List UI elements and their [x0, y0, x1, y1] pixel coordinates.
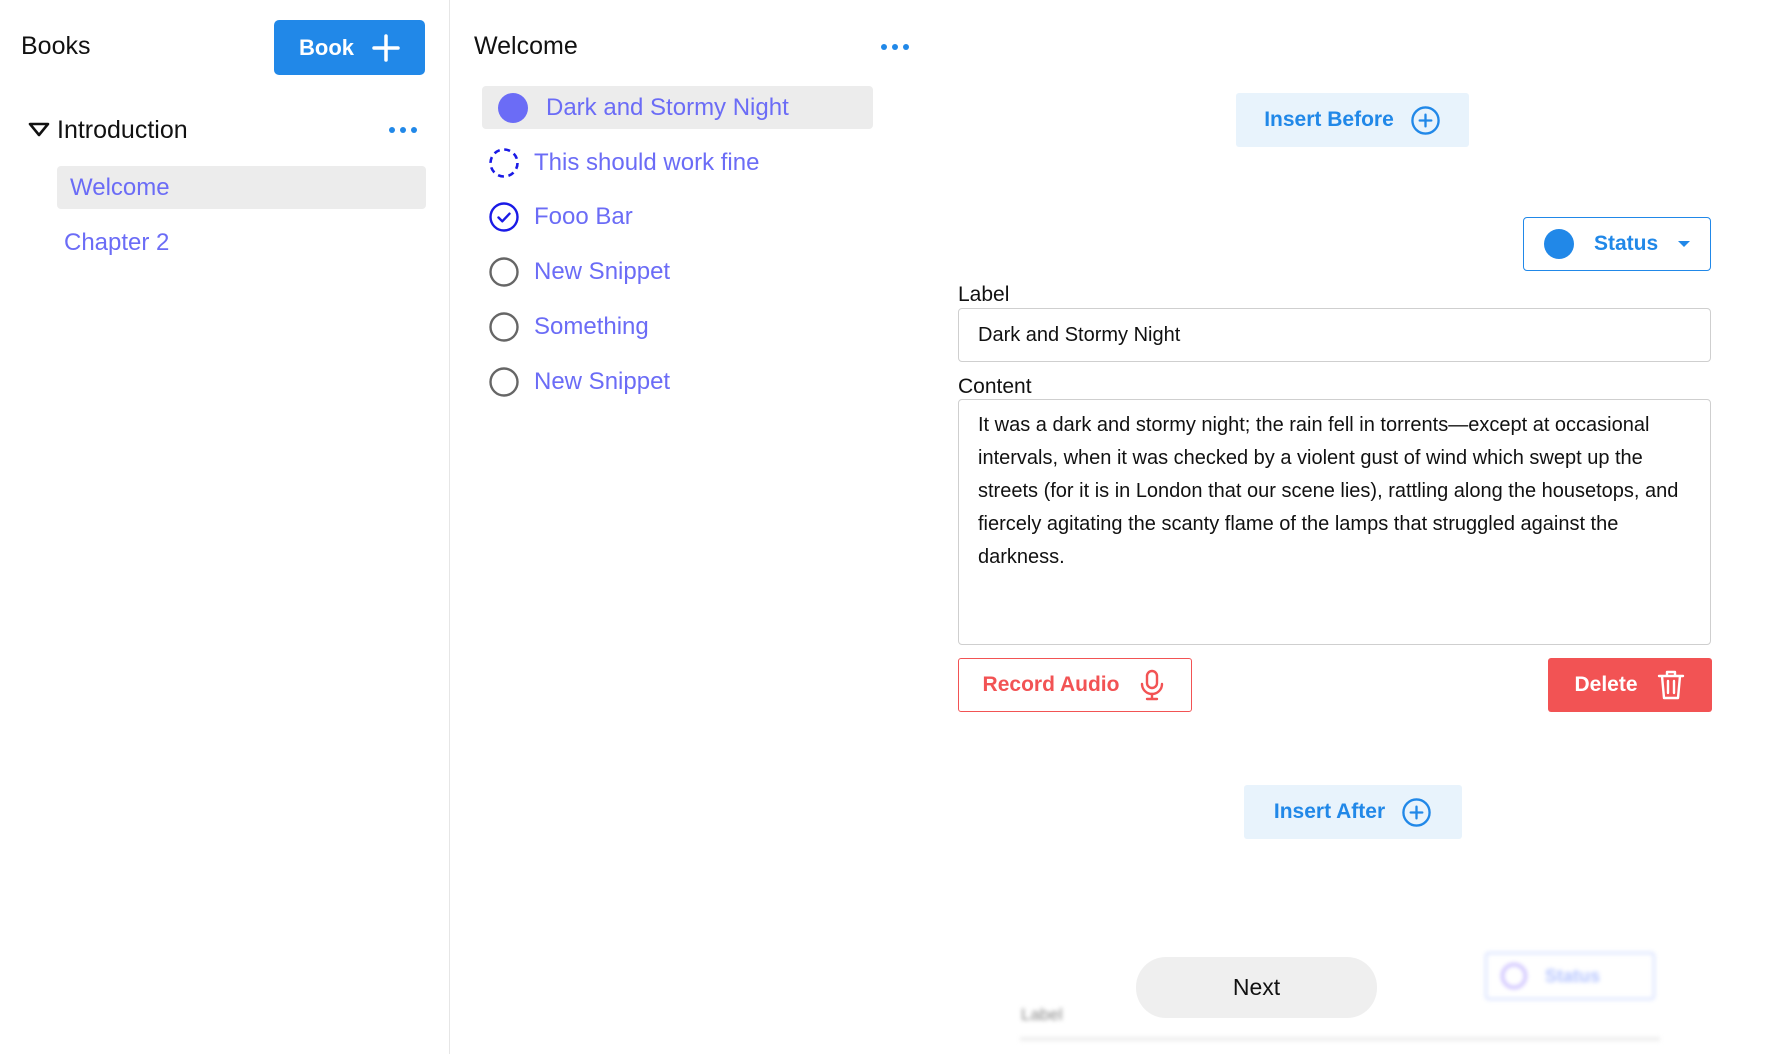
delete-button[interactable]: Delete: [1548, 658, 1712, 712]
insert-before-button[interactable]: Insert Before: [1236, 93, 1469, 147]
caret-down-icon[interactable]: [27, 118, 51, 142]
section-label: Introduction: [57, 115, 188, 144]
snippet-item[interactable]: This should work fine: [480, 141, 871, 184]
status-done-icon: [489, 201, 519, 232]
chevron-down-icon: [1678, 241, 1691, 247]
status-dropdown[interactable]: Status: [1523, 217, 1711, 271]
snippet-item[interactable]: Fooo Bar: [480, 195, 871, 238]
books-sidebar: Books Book Introduction Welcome Chapter …: [0, 0, 450, 1054]
add-book-label: Book: [299, 34, 354, 60]
status-filled-icon: [498, 92, 528, 123]
more-dots-icon[interactable]: [389, 127, 417, 133]
status-in-progress-icon: [489, 147, 519, 178]
snippet-item[interactable]: New Snippet: [480, 360, 871, 403]
status-label: Status: [1594, 232, 1659, 255]
status-empty-icon: [489, 256, 519, 287]
insert-before-label: Insert Before: [1264, 108, 1394, 131]
next-snippet-label-preview: Label: [1021, 1005, 1063, 1024]
plus-icon: [372, 33, 400, 62]
chapter-title: Welcome: [474, 32, 578, 60]
sidebar-item-chapter-2[interactable]: Chapter 2: [51, 221, 420, 264]
snippet-item[interactable]: Something: [480, 305, 871, 348]
plus-circle-icon: [1411, 105, 1440, 135]
next-snippet-input-preview: [1020, 1037, 1660, 1041]
snippet-label: Dark and Stormy Night: [546, 93, 789, 121]
plus-circle-icon: [1402, 797, 1431, 827]
more-dots-icon[interactable]: [881, 44, 909, 50]
label-input[interactable]: Dark and Stormy Night: [958, 308, 1711, 362]
content-field-label: Content: [958, 375, 1032, 398]
microphone-icon: [1141, 669, 1164, 701]
snippet-editor: Insert Before Status Label Dark and Stor…: [920, 0, 1765, 1054]
next-snippet-status-preview: Status: [1485, 952, 1655, 1000]
snippet-item[interactable]: Dark and Stormy Night: [482, 86, 873, 129]
snippet-item[interactable]: New Snippet: [480, 250, 871, 293]
snippet-label: New Snippet: [534, 367, 671, 395]
label-field-label: Label: [958, 283, 1010, 306]
sidebar-item-welcome[interactable]: Welcome: [57, 166, 426, 209]
record-audio-label: Record Audio: [982, 673, 1120, 696]
insert-after-label: Insert After: [1273, 800, 1386, 823]
ghost-status-label: Status: [1545, 965, 1601, 986]
snippet-label: New Snippet: [534, 257, 671, 285]
snippet-label: Fooo Bar: [534, 202, 633, 230]
next-button[interactable]: Next: [1136, 957, 1377, 1018]
status-ring-icon: [1501, 963, 1527, 989]
status-dot-icon: [1544, 229, 1574, 259]
snippet-label: Something: [534, 312, 649, 340]
status-empty-icon: [489, 311, 519, 342]
status-empty-icon: [489, 366, 519, 397]
add-book-button[interactable]: Book: [274, 20, 425, 75]
trash-icon: [1657, 670, 1684, 700]
books-title: Books: [21, 32, 91, 60]
record-audio-button[interactable]: Record Audio: [958, 658, 1192, 712]
delete-label: Delete: [1574, 673, 1638, 696]
content-textarea[interactable]: It was a dark and stormy night; the rain…: [958, 399, 1711, 645]
section-introduction[interactable]: Introduction: [27, 114, 423, 146]
snippet-label: This should work fine: [534, 148, 760, 176]
snippet-panel: Welcome Dark and Stormy Night This shoul…: [450, 0, 920, 1054]
insert-after-button[interactable]: Insert After: [1244, 785, 1462, 839]
